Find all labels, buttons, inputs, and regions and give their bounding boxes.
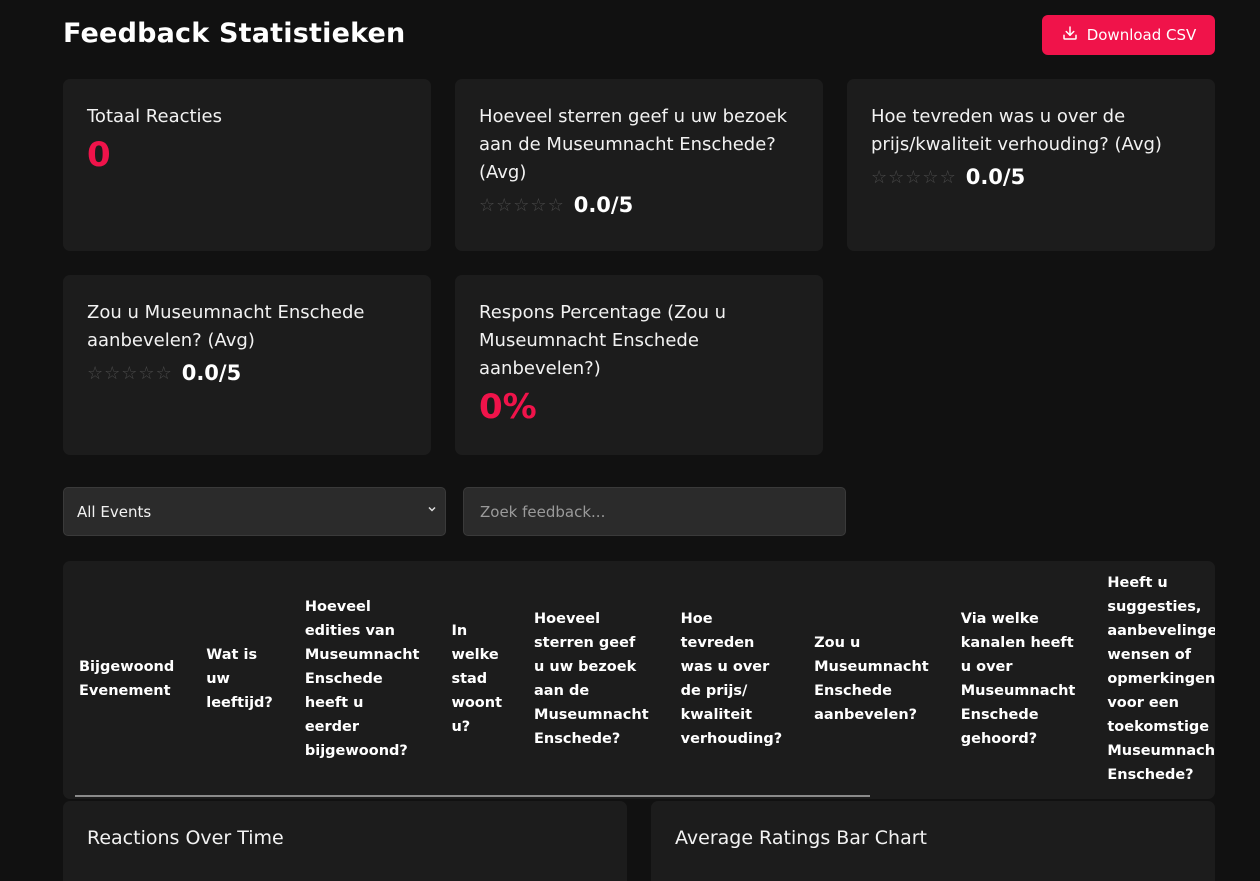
stat-card-recommend: Zou u Museumnacht Enschede aanbevelen? (…	[63, 275, 431, 455]
stat-card-response: Respons Percentage (Zou u Museumnacht En…	[455, 275, 823, 455]
star-icon: ☆	[513, 194, 530, 216]
star-icon: ☆	[479, 194, 496, 216]
star-icon: ☆	[121, 362, 138, 384]
star-icon: ☆	[922, 166, 939, 188]
star-icon: ☆	[87, 362, 104, 384]
event-filter-select[interactable]: All Events	[63, 487, 446, 536]
stat-card-price: Hoe tevreden was u over de prijs/kwalite…	[847, 79, 1215, 251]
star-rating: ☆ ☆ ☆ ☆ ☆	[87, 363, 172, 384]
column-header[interactable]: Hoeveel sterren geef u uw bezoek aan de …	[518, 561, 665, 797]
table-divider	[75, 795, 870, 797]
table-header-row: Bijgewoond Evenement Wat is uw leeftijd?…	[63, 561, 1215, 797]
star-icon: ☆	[496, 194, 513, 216]
download-icon	[1061, 24, 1079, 46]
reactions-chart-card: Reactions Over Time	[63, 801, 627, 881]
stat-label: Hoeveel sterren geef u uw bezoek aan de …	[479, 106, 788, 183]
rating-value: 0.0/5	[573, 193, 634, 217]
star-icon: ☆	[939, 166, 956, 188]
stat-value: 0%	[479, 387, 537, 427]
stat-label: Hoe tevreden was u over de prijs/kwalite…	[871, 106, 1162, 155]
column-header[interactable]: Zou u Museumnacht Enschede aanbevelen?	[798, 561, 945, 797]
star-rating: ☆ ☆ ☆ ☆ ☆	[479, 195, 564, 216]
column-header[interactable]: Hoe tevreden was u over de prijs/ kwalit…	[665, 561, 799, 797]
star-icon: ☆	[530, 194, 547, 216]
star-rating: ☆ ☆ ☆ ☆ ☆	[871, 167, 956, 188]
star-icon: ☆	[138, 362, 155, 384]
chart-title: Reactions Over Time	[87, 827, 284, 849]
star-icon: ☆	[871, 166, 888, 188]
stat-label: Zou u Museumnacht Enschede aanbevelen? (…	[87, 302, 365, 351]
search-input[interactable]	[463, 487, 846, 536]
column-header[interactable]: Bijgewoond Evenement	[63, 561, 190, 797]
event-filter-value: All Events	[77, 502, 152, 521]
stat-label: Totaal Reacties	[87, 106, 222, 127]
chevron-down-icon	[428, 506, 436, 512]
stat-card-stars: Hoeveel sterren geef u uw bezoek aan de …	[455, 79, 823, 251]
star-icon: ☆	[104, 362, 121, 384]
download-csv-button[interactable]: Download CSV	[1042, 15, 1215, 55]
feedback-table: Bijgewoond Evenement Wat is uw leeftijd?…	[63, 561, 1215, 799]
column-header[interactable]: Via welke kanalen heeft u over Museumnac…	[945, 561, 1092, 797]
rating-value: 0.0/5	[181, 361, 242, 385]
chart-title: Average Ratings Bar Chart	[675, 827, 928, 849]
column-header[interactable]: In welke stad woont u?	[435, 561, 518, 797]
star-icon: ☆	[905, 166, 922, 188]
stat-value: 0	[87, 135, 111, 175]
stat-label: Respons Percentage (Zou u Museumnacht En…	[479, 302, 726, 379]
download-csv-label: Download CSV	[1086, 26, 1197, 44]
ratings-chart-card: Average Ratings Bar Chart	[651, 801, 1215, 881]
column-header[interactable]: Heeft u suggesties, aanbevelingen wensen…	[1091, 561, 1215, 797]
rating-value: 0.0/5	[965, 165, 1026, 189]
page-title: Feedback Statistieken	[63, 18, 406, 49]
star-icon: ☆	[888, 166, 905, 188]
stat-card-total: Totaal Reacties 0	[63, 79, 431, 251]
column-header[interactable]: Wat is uw leeftijd?	[190, 561, 289, 797]
column-header[interactable]: Hoeveel edities van Museumnacht Enschede…	[289, 561, 436, 797]
star-icon: ☆	[547, 194, 564, 216]
star-icon: ☆	[155, 362, 172, 384]
